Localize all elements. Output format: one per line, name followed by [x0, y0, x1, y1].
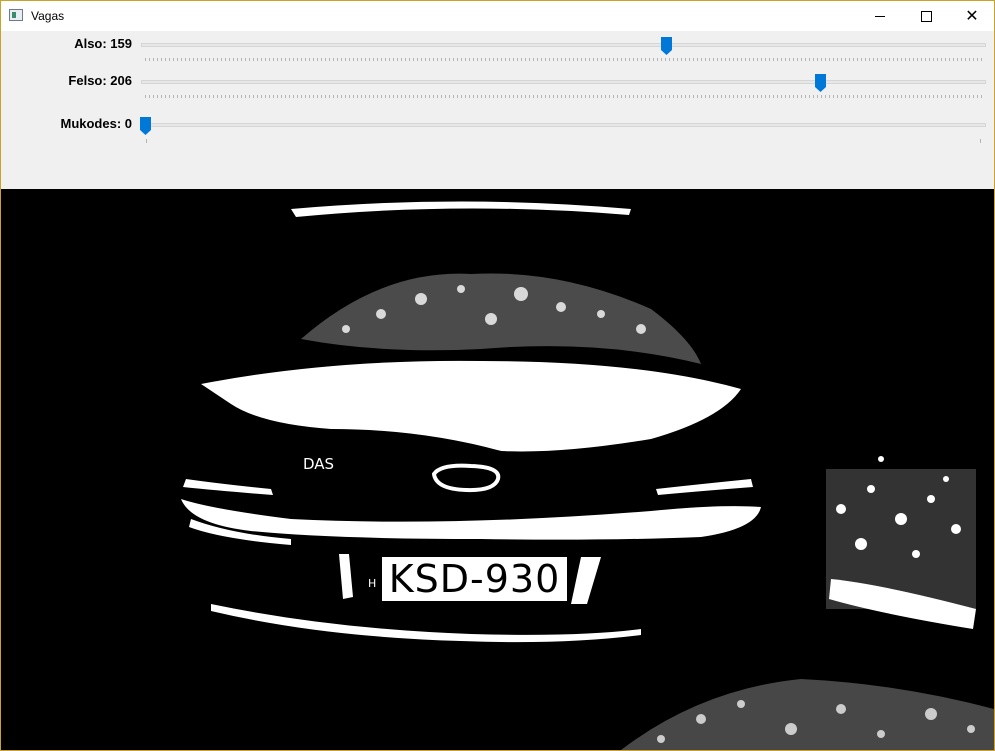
trackbar-track-felso[interactable] — [141, 80, 986, 84]
window-title: Vagas — [31, 9, 65, 23]
trackbar-label-also: Also: 159 — [74, 36, 132, 51]
minimize-button[interactable] — [857, 1, 903, 31]
trackbar-track-mukodes[interactable] — [141, 123, 986, 127]
close-button[interactable]: ✕ — [949, 1, 994, 31]
title-bar[interactable]: Vagas ✕ — [1, 1, 994, 31]
trackbar-tick-end-mukodes — [980, 139, 981, 143]
close-icon: ✕ — [965, 6, 979, 25]
app-window: Vagas ✕ Also: 159 Felso: 206 Mukodes: 0 — [0, 0, 995, 751]
trackbar-thumb-mukodes[interactable] — [140, 117, 151, 135]
window-app-icon[interactable] — [9, 9, 23, 21]
trackbar-ticks-felso — [145, 95, 982, 98]
trackbar-label-mukodes: Mukodes: 0 — [60, 116, 132, 131]
threshold-image-view: DAS H KSD-930 — [1, 189, 994, 750]
car-badge-text: DAS — [303, 455, 335, 473]
trackbar-ticks-also — [145, 58, 982, 61]
trackbar-tick-start-mukodes — [146, 139, 147, 143]
trackbar-thumb-also[interactable] — [661, 37, 672, 55]
license-plate-text: KSD-930 — [388, 557, 561, 601]
maximize-button[interactable] — [903, 1, 949, 31]
trackbar-panel: Also: 159 Felso: 206 Mukodes: 0 — [1, 31, 994, 189]
trackbar-label-felso: Felso: 206 — [68, 73, 132, 88]
maximize-icon — [920, 10, 932, 22]
trackbar-thumb-felso[interactable] — [815, 74, 826, 92]
minimize-icon — [875, 15, 885, 17]
thresholded-car-image — [181, 201, 994, 750]
plate-country-mark: H — [368, 577, 377, 590]
trackbar-track-also[interactable] — [141, 43, 986, 47]
license-plate: KSD-930 — [382, 557, 567, 601]
